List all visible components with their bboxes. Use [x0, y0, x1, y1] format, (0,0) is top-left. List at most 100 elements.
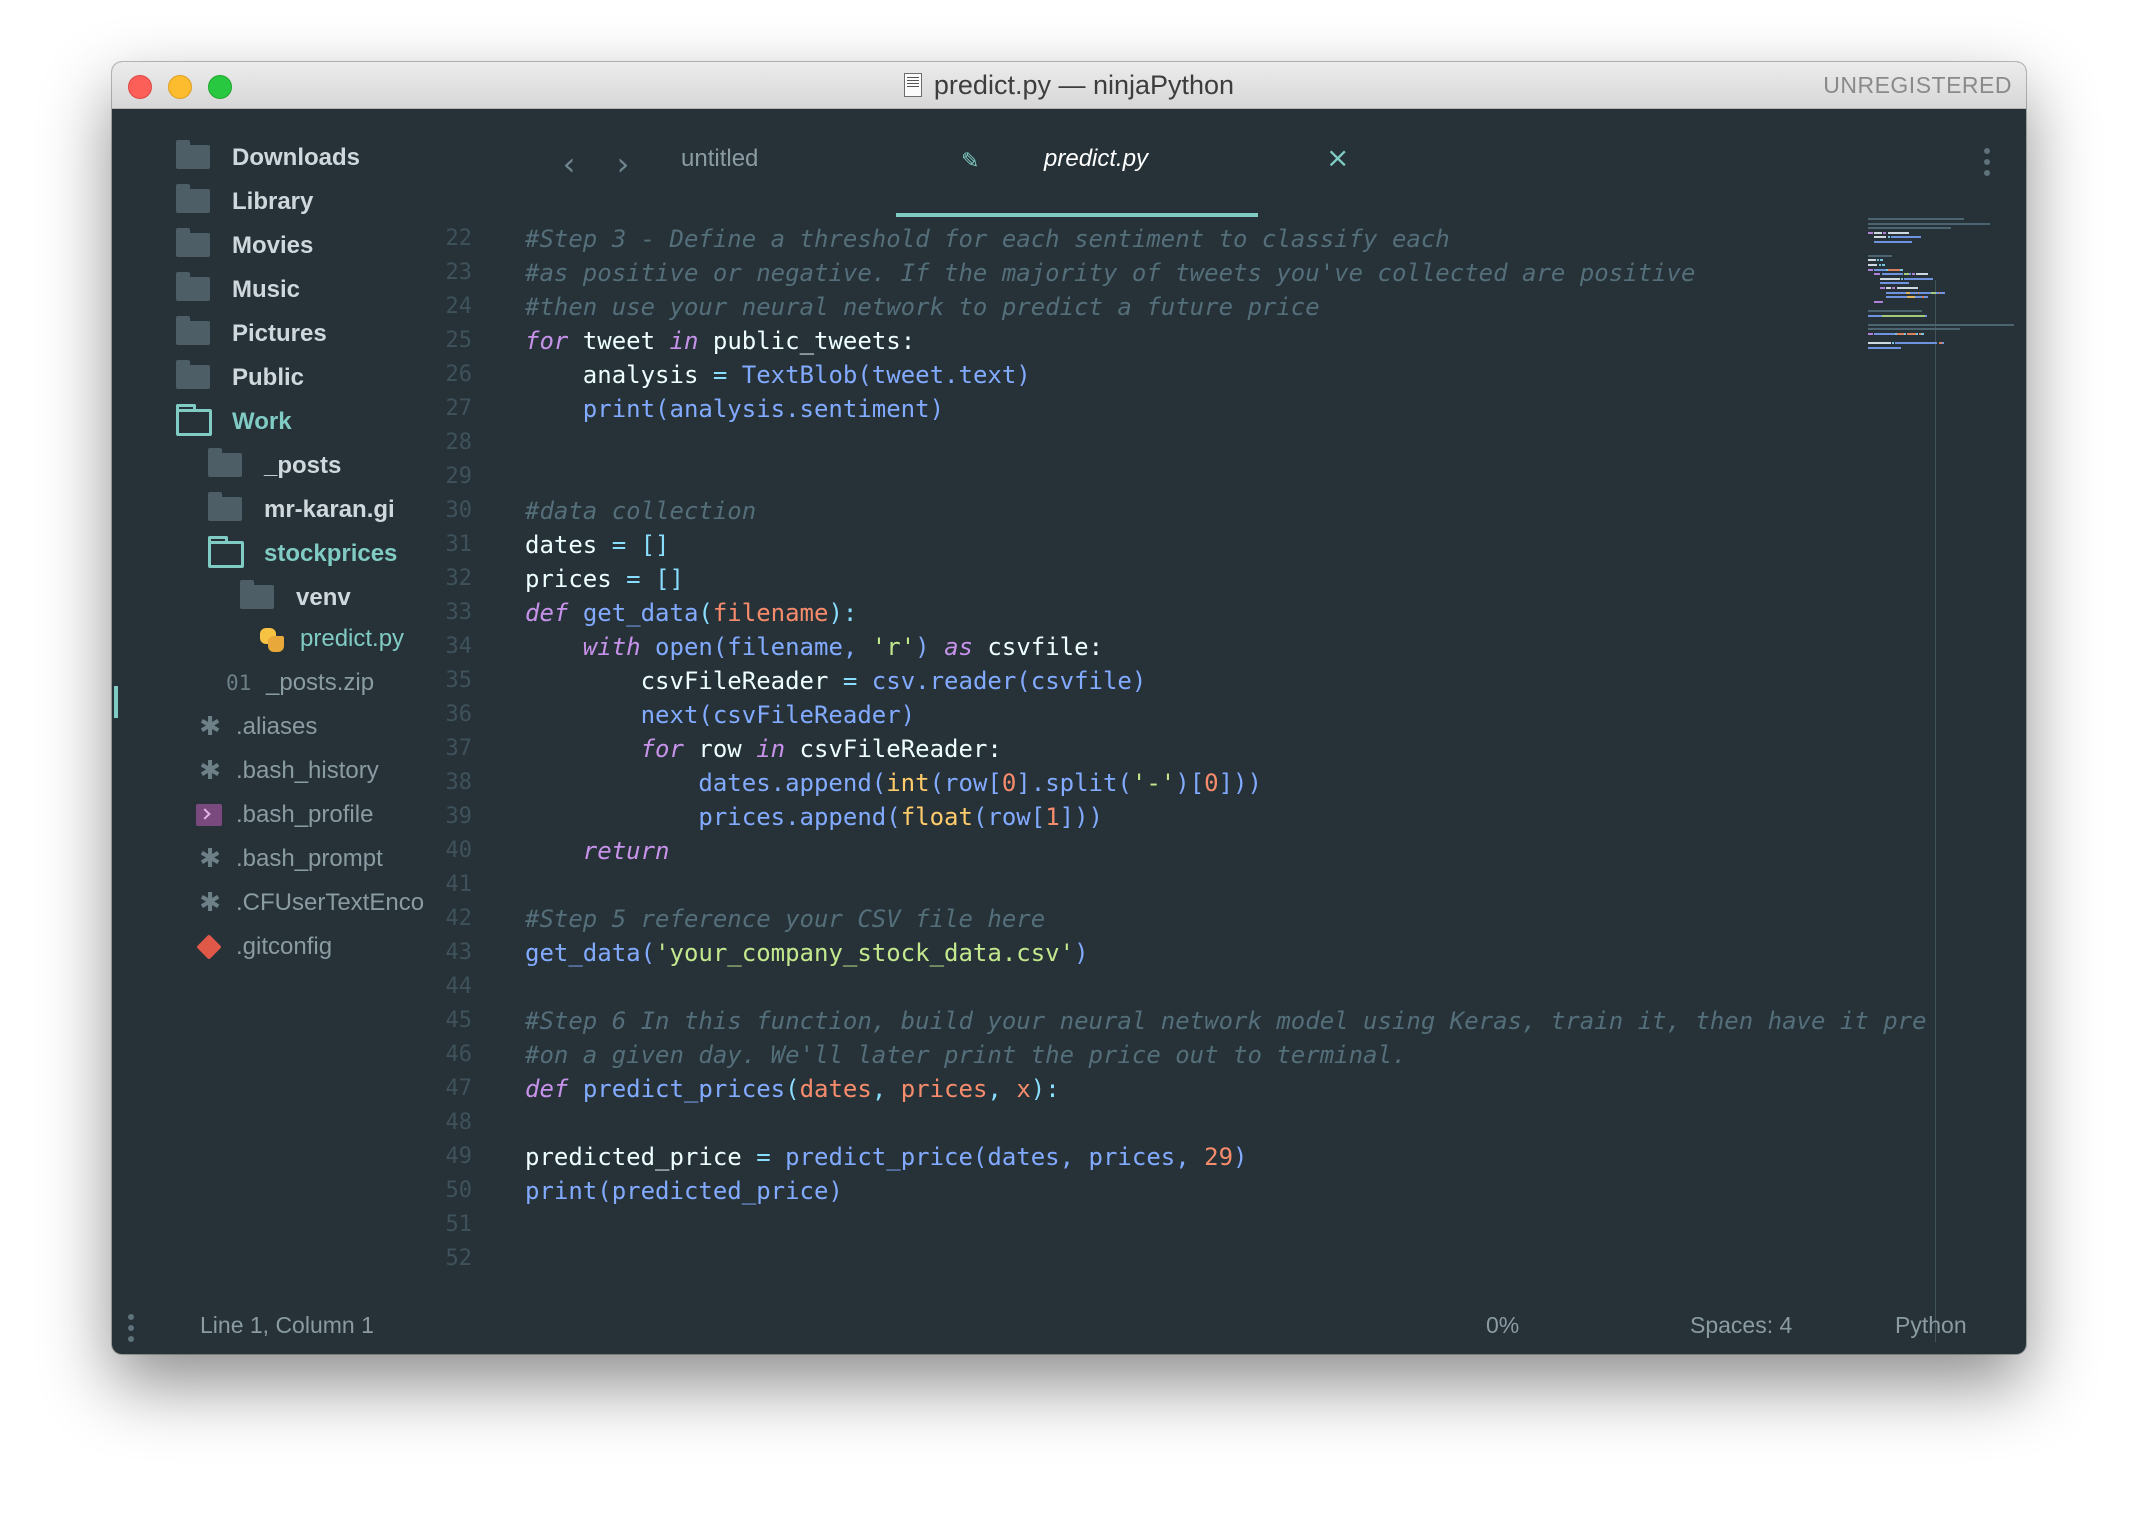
code-line[interactable]: for row in csvFileReader:	[525, 732, 1927, 766]
close-tab-icon[interactable]: ×	[1326, 141, 1349, 174]
syntax-selector[interactable]: Python	[1895, 1308, 1967, 1342]
code-line[interactable]: def get_data(filename):	[525, 596, 1927, 630]
code-line[interactable]	[525, 426, 1927, 460]
code-line[interactable]: dates = []	[525, 528, 1927, 562]
sidebar-item-label: .bash_history	[236, 757, 379, 784]
minimap-stroke	[1868, 314, 1882, 317]
minimap-stroke	[1916, 273, 1928, 276]
minimap-stroke	[1881, 273, 1903, 276]
minimap-stroke	[1868, 254, 1892, 257]
line-number: 23	[445, 260, 473, 285]
asterisk-file-icon: ✱	[199, 888, 221, 918]
minimap-stroke	[1874, 333, 1895, 335]
code-token: filename	[712, 599, 829, 627]
line-number: 25	[445, 328, 473, 353]
asterisk-file-icon: ✱	[199, 844, 221, 874]
code-line[interactable]: #on a given day. We'll later print the p…	[525, 1038, 1927, 1072]
sidebar-item-label: .gitconfig	[236, 933, 333, 960]
code-line[interactable]	[525, 1106, 1927, 1140]
line-number: 47	[445, 1076, 473, 1101]
code-line[interactable]: with open(filename, 'r') as csvfile:	[525, 630, 1927, 664]
code-line[interactable]: prices.append(float(row[1]))	[525, 800, 1927, 834]
minimap[interactable]	[1868, 214, 2026, 514]
minimap-stroke	[1881, 264, 1885, 266]
minimap-stroke	[1874, 273, 1880, 276]
status-menu-icon[interactable]	[128, 1314, 134, 1347]
code-line[interactable]	[525, 1208, 1927, 1242]
code-line[interactable]: #as positive or negative. If the majorit…	[525, 256, 1927, 290]
code-token: )	[915, 633, 930, 661]
code-line[interactable]: #then use your neural network to predict…	[525, 290, 1927, 324]
tab-untitled[interactable]: untitled	[681, 145, 758, 173]
code-line[interactable]: #Step 3 - Define a threshold for each se…	[525, 222, 1927, 256]
pencil-icon: ✎	[961, 149, 980, 174]
code-line[interactable]: for tweet in public_tweets:	[525, 324, 1927, 358]
code-line[interactable]: #Step 6 In this function, build your neu…	[525, 1004, 1927, 1038]
minimap-stroke	[1874, 300, 1883, 303]
code-token: 0	[1001, 769, 1017, 797]
cursor-position[interactable]: Line 1, Column 1	[200, 1308, 374, 1342]
code-token: ]))	[1059, 803, 1103, 831]
code-line[interactable]: get_data('your_company_stock_data.csv')	[525, 936, 1927, 970]
code-line[interactable]	[525, 460, 1927, 494]
code-token: ,	[871, 1075, 901, 1103]
code-token: predict_prices	[582, 1075, 786, 1103]
code-token: #then use your neural network to predict…	[525, 293, 1320, 321]
code-area[interactable]: #Step 3 - Define a threshold for each se…	[525, 222, 1927, 1276]
back-arrow-icon[interactable]: ‹	[554, 148, 584, 180]
line-number: 45	[445, 1008, 473, 1033]
sidebar-item-label: .CFUserTextEnco	[236, 889, 425, 916]
minimap-stroke	[1908, 273, 1911, 276]
editor-window: predict.py — ninjaPython UNREGISTERED Do…	[112, 62, 2026, 1354]
code-line[interactable]	[525, 1242, 1927, 1276]
code-line[interactable]: prices = []	[525, 562, 1927, 596]
minimap-stroke	[1887, 231, 1909, 234]
code-line[interactable]: print(predicted_price)	[525, 1174, 1927, 1208]
forward-arrow-icon[interactable]: ›	[608, 148, 638, 180]
code-line[interactable]: next(csvFileReader)	[525, 698, 1927, 732]
minimap-stroke	[1878, 264, 1881, 266]
code-line[interactable]: csvFileReader = csv.reader(csvfile)	[525, 664, 1927, 698]
code-line[interactable]: #Step 5 reference your CSV file here	[525, 902, 1927, 936]
code-line[interactable]: analysis = TextBlob(tweet.text)	[525, 358, 1927, 392]
line-number: 35	[445, 668, 473, 693]
minimap-stroke	[1868, 310, 1922, 312]
minimap-stroke	[1868, 323, 2014, 326]
code-line[interactable]	[525, 970, 1927, 1004]
sidebar-item-label: .bash_profile	[236, 801, 374, 828]
sidebar-item-label: Work	[232, 408, 292, 435]
code-editor[interactable]: 22 23 24 25 26 27 28 29 30 31 32 33 34 35 36 37 38 39 40 41…	[432, 222, 1992, 1342]
line-number: 46	[445, 1042, 473, 1067]
code-token: dates	[799, 1075, 872, 1103]
code-line[interactable]	[525, 868, 1927, 902]
code-token: analysis	[525, 361, 713, 389]
minimap-stroke	[1941, 342, 1944, 345]
code-line[interactable]: #data collection	[525, 494, 1927, 528]
code-token: dates.append(	[698, 769, 887, 797]
minimap-stroke	[1916, 333, 1918, 335]
code-token: int	[886, 769, 930, 797]
indentation-setting[interactable]: Spaces: 4	[1690, 1308, 1792, 1342]
code-token: ):	[1030, 1075, 1060, 1103]
code-line[interactable]: return	[525, 834, 1927, 868]
more-options-icon[interactable]	[1984, 148, 1990, 184]
sidebar-item-label: Pictures	[232, 320, 327, 347]
code-line[interactable]: def predict_prices(dates, prices, x):	[525, 1072, 1927, 1106]
minimap-stroke	[1868, 218, 1964, 220]
code-line[interactable]: dates.append(int(row[0].split('-')[0]))	[525, 766, 1927, 800]
code-line[interactable]: print(analysis.sentiment)	[525, 392, 1927, 426]
minimap-stroke	[1904, 277, 1933, 280]
code-token: print(predicted_price)	[525, 1177, 843, 1205]
minimap-stroke	[1904, 333, 1906, 335]
code-token: #Step 5 reference your CSV file here	[525, 905, 1046, 933]
tab-predict-py[interactable]: predict.py	[1044, 145, 1148, 173]
active-tab-indicator	[896, 213, 1258, 217]
minimap-stroke	[1901, 277, 1903, 280]
minimap-stroke	[1896, 333, 1904, 335]
code-token: prices	[525, 565, 627, 593]
code-line[interactable]: predicted_price = predict_price(dates, p…	[525, 1140, 1927, 1174]
